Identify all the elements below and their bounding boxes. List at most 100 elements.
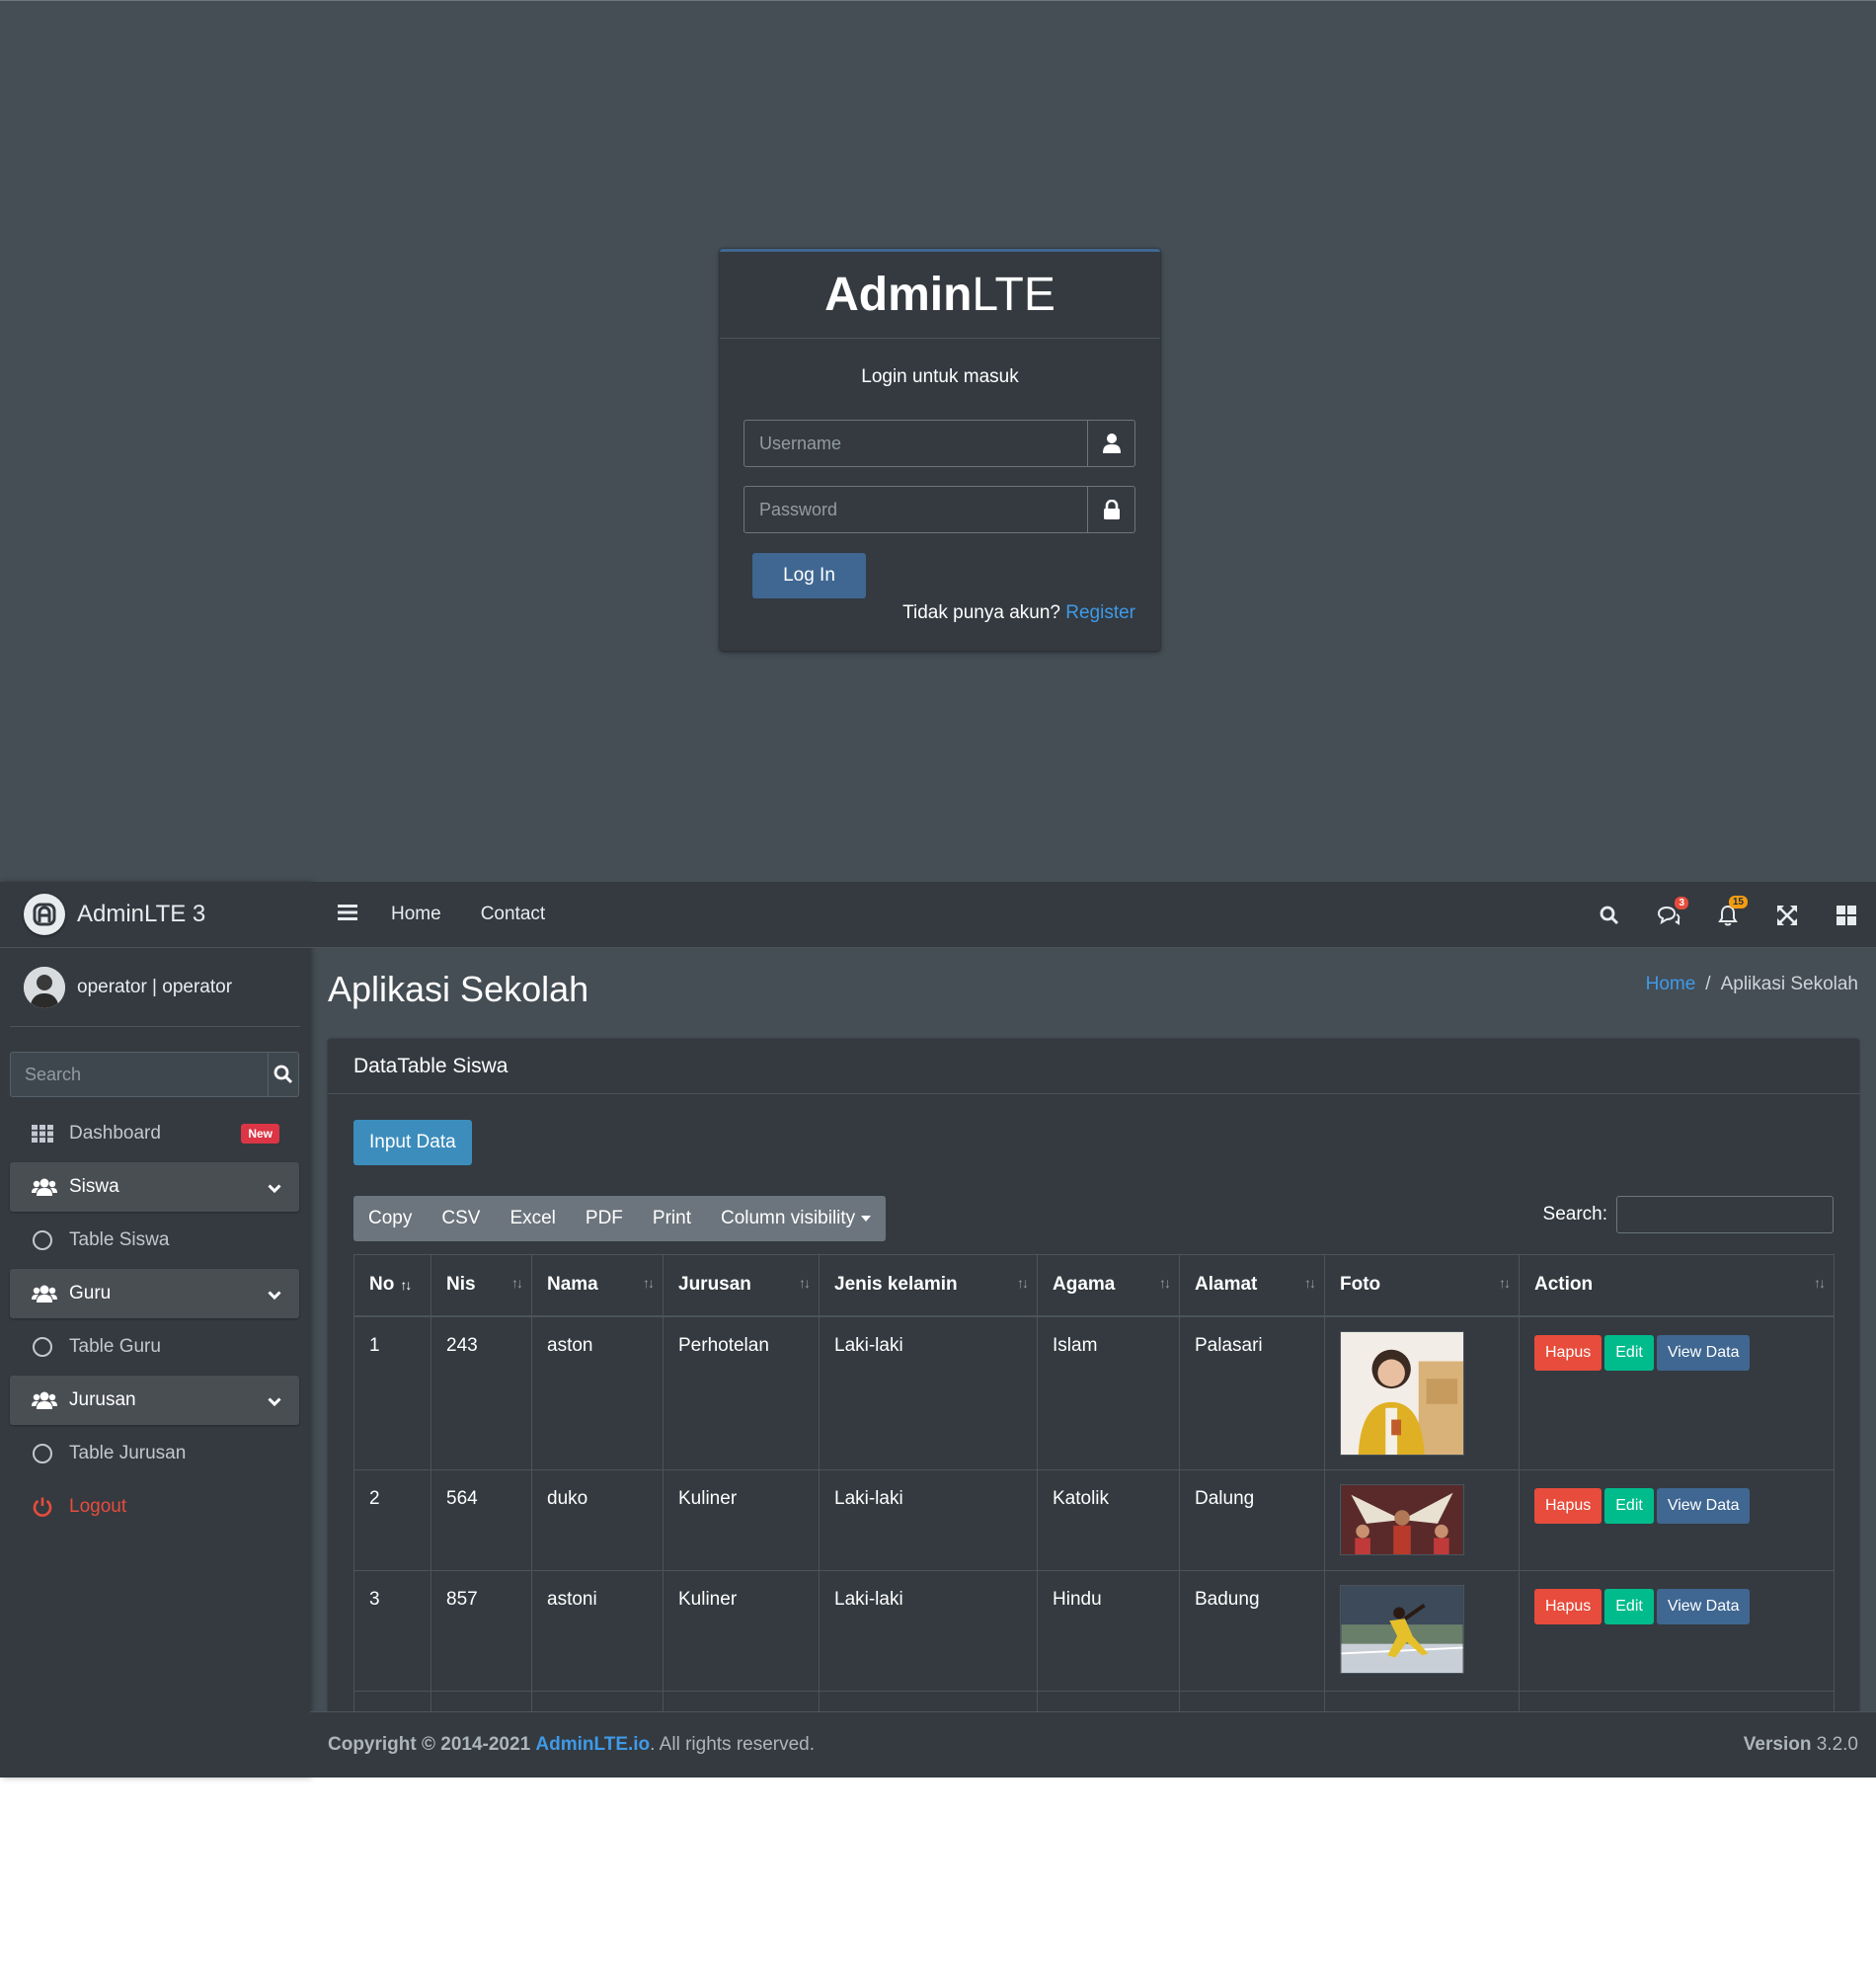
delete-button[interactable]: Hapus	[1534, 1334, 1602, 1371]
cell-nis: 243	[430, 1315, 532, 1470]
nav-home-link[interactable]: Home	[391, 904, 441, 925]
cell-agama: Hindu	[1037, 1570, 1180, 1692]
input-data-button[interactable]: Input Data	[353, 1120, 472, 1165]
view-data-button[interactable]: View Data	[1656, 1334, 1751, 1371]
cell-jurusan: Kuliner	[663, 1570, 820, 1692]
login-brand[interactable]: AdminLTE	[720, 252, 1160, 339]
sidebar-brand[interactable]: AdminLTE 3	[0, 882, 310, 948]
register-link[interactable]: Register	[1065, 602, 1135, 623]
cell-nama: astoni	[531, 1570, 664, 1692]
column-visibility-button[interactable]: Column visibility	[706, 1196, 886, 1241]
column-header-action[interactable]: Action ↑↓	[1519, 1254, 1835, 1317]
pdf-button[interactable]: PDF	[571, 1196, 638, 1241]
cell-jurusan: Kuliner	[663, 1469, 820, 1571]
brand-bold: Admin	[824, 269, 973, 321]
sidebar-item-table-jurusan[interactable]: Table Jurusan	[10, 1429, 299, 1478]
cell-action: Hapus Edit View Data	[1519, 1469, 1835, 1571]
column-header-foto[interactable]: Foto ↑↓	[1324, 1254, 1520, 1317]
footer-link[interactable]: AdminLTE.io	[535, 1734, 650, 1756]
user-icon	[1087, 421, 1134, 466]
edit-button[interactable]: Edit	[1604, 1488, 1654, 1524]
excel-button[interactable]: Excel	[495, 1196, 570, 1241]
fullscreen-button[interactable]	[1758, 905, 1817, 925]
sidebar-item-guru[interactable]: Guru	[10, 1269, 299, 1318]
cell-nama: duko	[531, 1469, 664, 1571]
lock-icon	[1087, 487, 1134, 532]
dashboard-screen: AdminLTE 3 operator | operator Dashboard…	[0, 882, 1876, 1778]
datatable-search-input[interactable]	[1616, 1196, 1834, 1233]
breadcrumb-current: Aplikasi Sekolah	[1720, 974, 1858, 994]
messages-badge: 3	[1675, 896, 1688, 909]
column-header-nis[interactable]: Nis ↑↓	[430, 1254, 532, 1317]
sort-icon: ↑↓	[643, 1275, 655, 1291]
column-header-no[interactable]: No ↑↓	[353, 1254, 431, 1317]
sort-icon: ↑↓	[1499, 1275, 1511, 1291]
column-header-alamat[interactable]: Alamat ↑↓	[1179, 1254, 1325, 1317]
column-label: No	[369, 1274, 395, 1296]
notifications-button[interactable]: 15	[1698, 895, 1758, 926]
messages-button[interactable]: 3	[1639, 896, 1698, 925]
circle-icon	[32, 1443, 59, 1464]
nav-contact-link[interactable]: Contact	[481, 904, 545, 925]
sidebar-item-siswa[interactable]: Siswa	[10, 1162, 299, 1212]
login-card: AdminLTE Login untuk masuk Log In Tidak …	[720, 249, 1160, 651]
edit-button[interactable]: Edit	[1604, 1589, 1654, 1624]
navbar-search-button[interactable]	[1580, 906, 1639, 925]
cell-nama: aston	[531, 1315, 664, 1470]
copy-button[interactable]: Copy	[353, 1196, 427, 1241]
column-header-nama[interactable]: Nama ↑↓	[531, 1254, 664, 1317]
login-message: Login untuk masuk	[861, 366, 1019, 387]
top-navbar: Home Contact 3 15	[310, 882, 1876, 948]
column-label: Agama	[1053, 1274, 1116, 1296]
sidebar-item-label: Jurusan	[69, 1389, 136, 1410]
breadcrumb: Home / Aplikasi Sekolah	[1646, 974, 1858, 995]
column-header-agama[interactable]: Agama ↑↓	[1037, 1254, 1180, 1317]
username-input[interactable]	[744, 421, 1087, 466]
sidebar-item-table-guru[interactable]: Table Guru	[10, 1322, 299, 1372]
column-header-jenis-kelamin[interactable]: Jenis kelamin ↑↓	[819, 1254, 1038, 1317]
sidebar-item-logout[interactable]: Logout	[10, 1482, 299, 1532]
cell-foto	[1324, 1469, 1520, 1571]
hamburger-menu-icon[interactable]	[338, 904, 357, 926]
view-data-button[interactable]: View Data	[1656, 1488, 1751, 1524]
password-input[interactable]	[744, 487, 1087, 532]
sidebar-item-label: Table Jurusan	[69, 1443, 187, 1463]
sidebar-item-table-siswa[interactable]: Table Siswa	[10, 1216, 299, 1265]
sidebar-search-input[interactable]	[11, 1053, 268, 1096]
siswa-table: No ↑↓ Nis ↑↓ Nama ↑↓ Jurusan ↑↓ Jenis kelami…	[353, 1254, 1835, 1730]
column-label: Nama	[547, 1274, 598, 1296]
column-label: Jurusan	[678, 1274, 751, 1296]
delete-button[interactable]: Hapus	[1534, 1488, 1602, 1524]
username-group	[743, 420, 1135, 467]
chevron-down-icon	[268, 1285, 281, 1306]
table-row: 3 857 astoni Kuliner Laki-laki Hindu Bad…	[353, 1570, 1835, 1692]
sort-icon: ↑↓	[799, 1275, 811, 1291]
breadcrumb-home[interactable]: Home	[1646, 974, 1696, 994]
edit-button[interactable]: Edit	[1604, 1334, 1654, 1371]
sidebar-item-dashboard[interactable]: Dashboard New	[10, 1109, 299, 1158]
login-button[interactable]: Log In	[752, 553, 866, 598]
table-row: 1 243 aston Perhotelan Laki-laki Islam P…	[353, 1315, 1835, 1470]
cell-no: 3	[353, 1570, 431, 1692]
sidebar-item-label: Logout	[69, 1496, 127, 1517]
user-panel[interactable]: operator | operator	[10, 948, 300, 1027]
table-row: 2 564 duko Kuliner Laki-laki Katolik Dal…	[353, 1469, 1835, 1571]
print-button[interactable]: Print	[638, 1196, 706, 1241]
csv-button[interactable]: CSV	[427, 1196, 495, 1241]
brand-light: LTE	[972, 269, 1055, 321]
sidebar-search-button[interactable]	[268, 1053, 298, 1096]
adminlte-logo-icon	[24, 894, 65, 935]
cell-nis: 564	[430, 1469, 532, 1571]
view-data-button[interactable]: View Data	[1656, 1589, 1751, 1624]
column-header-jurusan[interactable]: Jurusan ↑↓	[663, 1254, 820, 1317]
column-label: Alamat	[1195, 1274, 1258, 1296]
sidebar-item-jurusan[interactable]: Jurusan	[10, 1376, 299, 1425]
sort-icon: ↑↓	[1159, 1275, 1171, 1291]
delete-button[interactable]: Hapus	[1534, 1589, 1602, 1624]
control-sidebar-button[interactable]	[1817, 905, 1876, 925]
topbar-right: 3 15	[1580, 882, 1876, 948]
circle-icon	[32, 1336, 59, 1358]
version-number: 3.2.0	[1816, 1734, 1858, 1755]
column-visibility-label: Column visibility	[720, 1208, 856, 1228]
cell-jurusan: Perhotelan	[663, 1315, 820, 1470]
